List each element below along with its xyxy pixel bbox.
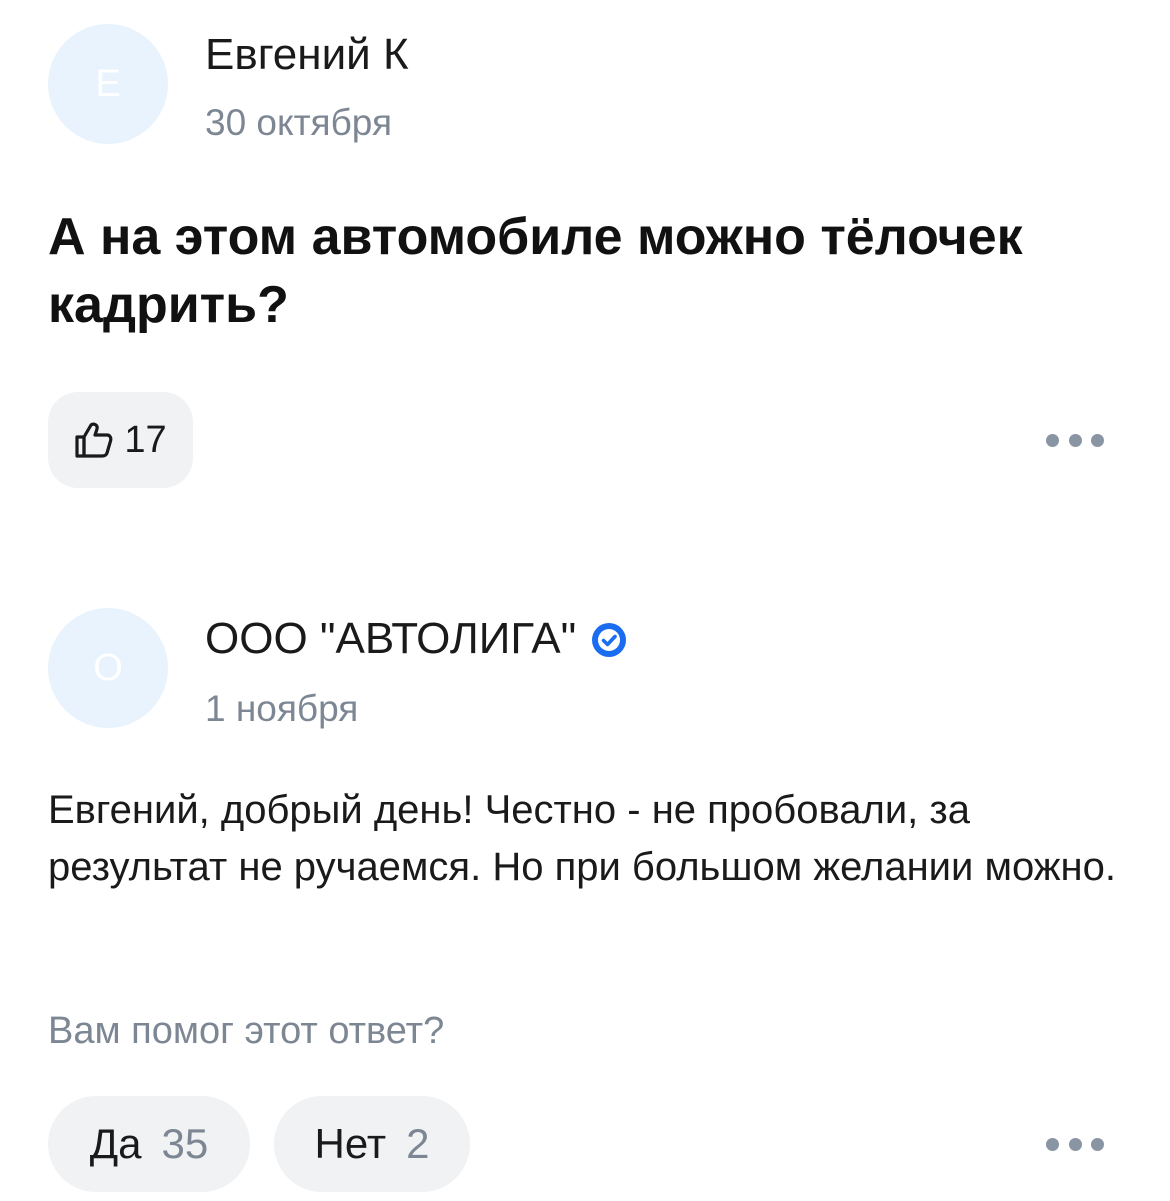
- vote-yes-label: Да: [89, 1120, 142, 1167]
- vote-no-button[interactable]: Нет 2: [274, 1096, 470, 1192]
- vote-yes-count: 35: [161, 1120, 209, 1167]
- more-dot: [1046, 1137, 1059, 1151]
- vote-no-count: 2: [406, 1120, 430, 1167]
- review-author-name[interactable]: Евгений К: [205, 30, 409, 80]
- avatar[interactable]: Е: [48, 24, 168, 144]
- review-more-button[interactable]: [1040, 425, 1110, 455]
- helpful-question: Вам помог этот ответ?: [48, 1010, 445, 1052]
- company-name: ООО "АВТОЛИГА": [205, 614, 577, 663]
- more-dot: [1068, 1137, 1082, 1151]
- reply-date: 1 ноября: [205, 688, 359, 729]
- company-avatar[interactable]: О: [48, 608, 168, 728]
- reviews-page: Е Евгений К 30 октября А на этом автомоб…: [0, 0, 1170, 1201]
- thumbs-up-icon: [74, 421, 114, 459]
- reply-more-button[interactable]: [1040, 1129, 1110, 1159]
- avatar-letter: О: [93, 646, 123, 689]
- verified-check-icon: [590, 620, 628, 658]
- vote-no-label: Нет: [314, 1120, 387, 1167]
- more-dot: [1046, 433, 1059, 447]
- like-count: 17: [124, 418, 167, 461]
- more-dot: [1068, 433, 1082, 447]
- more-dot: [1091, 433, 1104, 447]
- reply-text: Евгений, добрый день! Честно - не пробов…: [48, 788, 1116, 889]
- more-dot: [1091, 1137, 1104, 1151]
- vote-yes-button[interactable]: Да 35: [48, 1096, 250, 1192]
- review-text: А на этом автомобиле можно тёлочек кадри…: [48, 208, 1023, 334]
- review-date: 30 октября: [205, 102, 392, 143]
- reply-author-name[interactable]: ООО "АВТОЛИГА": [205, 614, 628, 664]
- like-button[interactable]: 17: [48, 392, 193, 488]
- avatar-letter: Е: [95, 62, 121, 105]
- author-name: Евгений К: [205, 30, 409, 79]
